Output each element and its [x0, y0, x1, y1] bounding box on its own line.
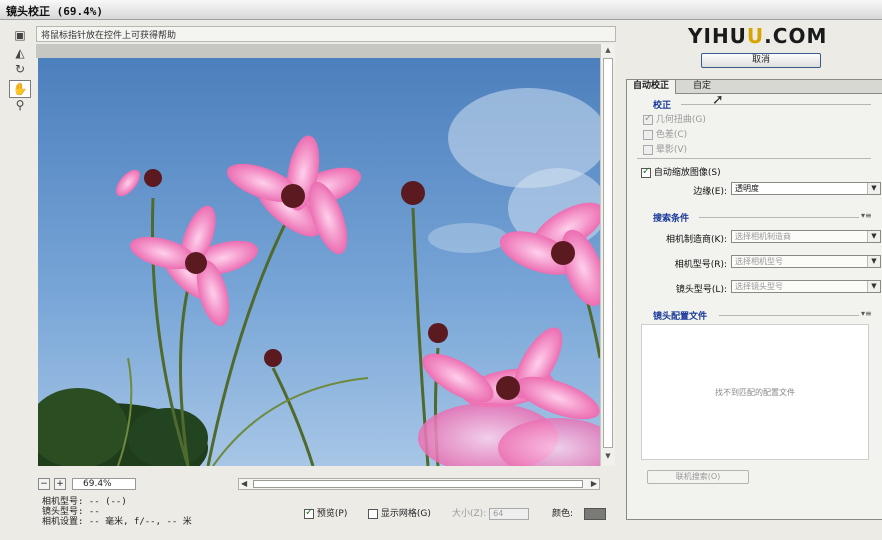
search-criteria-heading: 搜索条件 [653, 214, 690, 224]
preview-checkbox-box[interactable] [304, 507, 314, 519]
cancel-button[interactable]: 取消 [701, 53, 821, 68]
grid-size-select[interactable]: 64 [489, 507, 530, 520]
search-menu-icon[interactable]: ▾≡ [861, 211, 872, 220]
title-bar: 镜头校正 (69.4%) [0, 0, 882, 20]
horizontal-scroll-thumb[interactable] [253, 480, 583, 488]
lens-model-label: 镜头型号(L): [675, 285, 727, 295]
mouse-cursor-icon: ➚ [712, 92, 724, 108]
chromatic-aberration-option[interactable]: 色差(C) [643, 127, 687, 140]
lens-profiles-heading: 镜头配置文件 [653, 312, 708, 322]
lens-model-select[interactable]: 选择镜头型号 ▼ [731, 280, 881, 293]
grid-color-control: 颜色: [552, 506, 606, 520]
show-grid-label: 显示网格(G) [380, 509, 431, 519]
remove-distortion-icon[interactable]: ▣ [9, 26, 31, 44]
preview-checkbox[interactable]: 预览(P) [304, 506, 347, 520]
help-text: 将鼠标指针放在控件上可获得帮助 [41, 31, 177, 41]
correction-heading: 校正 [653, 101, 672, 111]
preview-label: 预览(P) [316, 509, 348, 519]
grid-color-label: 颜色: [552, 509, 574, 519]
panel-tabs: 自动校正 自定 [627, 80, 882, 94]
chevron-down-icon: ▼ [867, 183, 880, 194]
vertical-scroll-thumb[interactable] [603, 58, 613, 448]
scroll-down-icon[interactable]: ▼ [603, 452, 613, 462]
move-grid-icon[interactable]: ↻ [9, 60, 31, 78]
flower-photo [38, 58, 600, 466]
preview-top-margin [36, 44, 600, 58]
zoom-value[interactable]: 69.4% [72, 478, 136, 490]
tool-panel: ▣ ◭ ↻ ✋ ⚲ [6, 24, 34, 114]
chevron-down-icon: ▼ [867, 281, 880, 292]
no-profiles-message: 找不到匹配的配置文件 [715, 388, 795, 397]
window-title: 镜头校正 (69.4%) [6, 5, 103, 18]
edge-label: 边缘(E): [693, 187, 727, 197]
grid-size-label: 大小(Z): [452, 509, 487, 519]
chevron-down-icon: ▼ [867, 256, 880, 267]
scroll-right-icon[interactable]: ▶ [591, 479, 597, 488]
lens-model-info: 镜头型号: -- [42, 507, 100, 517]
online-search-button[interactable]: 联机搜索(O) [647, 470, 749, 484]
divider [699, 217, 859, 218]
zoom-out-button[interactable]: − [38, 478, 50, 490]
scroll-left-icon[interactable]: ◀ [241, 479, 247, 488]
grid-color-swatch[interactable] [583, 507, 606, 520]
vignette-option[interactable]: 晕影(V) [643, 142, 687, 155]
camera-settings-info: 相机设置: -- 毫米, f/--, -- 米 [42, 517, 192, 527]
grid-size-control: 大小(Z): 64 [452, 506, 530, 520]
correction-panel: 自动校正 自定 校正 几何扭曲(G) 色差(C) 晕影(V) 自动缩放图像(S)… [626, 79, 882, 520]
zoom-in-button[interactable]: + [54, 478, 66, 490]
divider [681, 104, 871, 105]
geometric-distortion-option[interactable]: 几何扭曲(G) [643, 112, 706, 125]
profiles-menu-icon[interactable]: ▾≡ [861, 309, 872, 318]
help-bar: 将鼠标指针放在控件上可获得帮助 [36, 26, 616, 42]
divider [719, 315, 859, 316]
chevron-down-icon: ▼ [867, 231, 880, 242]
edge-select[interactable]: 透明度 ▼ [731, 182, 881, 195]
vertical-scrollbar[interactable]: ▲ ▼ [600, 44, 615, 466]
divider [637, 158, 871, 159]
zoom-icon[interactable]: ⚲ [9, 96, 31, 114]
camera-model-select[interactable]: 选择相机型号 ▼ [731, 255, 881, 268]
camera-maker-label: 相机制造商(K): [666, 235, 727, 245]
tab-auto-correction[interactable]: 自动校正 [627, 80, 677, 94]
auto-scale-checkbox[interactable]: 自动缩放图像(S) [641, 165, 721, 178]
camera-info: 相机型号: -- (--) 镜头型号: -- 相机设置: -- 毫米, f/--… [42, 497, 192, 527]
zoom-bar: − + 69.4% ◀ ▶ [38, 478, 608, 490]
lens-profiles-list[interactable]: 找不到匹配的配置文件 [641, 324, 869, 460]
show-grid-checkbox[interactable]: 显示网格(G) [368, 506, 431, 520]
show-grid-checkbox-box[interactable] [368, 508, 378, 519]
image-preview[interactable] [38, 58, 600, 466]
scroll-up-icon[interactable]: ▲ [603, 46, 613, 56]
camera-model-info: 相机型号: -- (--) [42, 497, 127, 507]
horizontal-scrollbar[interactable]: ◀ ▶ [238, 478, 600, 490]
watermark-logo: YIHUU.COM [688, 24, 828, 48]
camera-maker-select[interactable]: 选择相机制造商 ▼ [731, 230, 881, 243]
camera-model-label: 相机型号(R): [674, 260, 727, 270]
